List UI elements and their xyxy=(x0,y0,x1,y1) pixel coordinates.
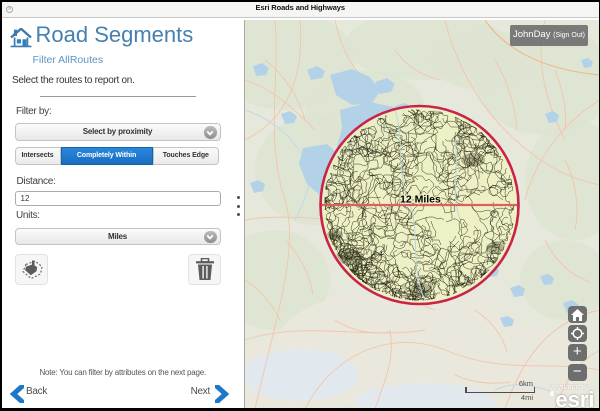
svg-text:12 Miles: 12 Miles xyxy=(400,193,441,205)
